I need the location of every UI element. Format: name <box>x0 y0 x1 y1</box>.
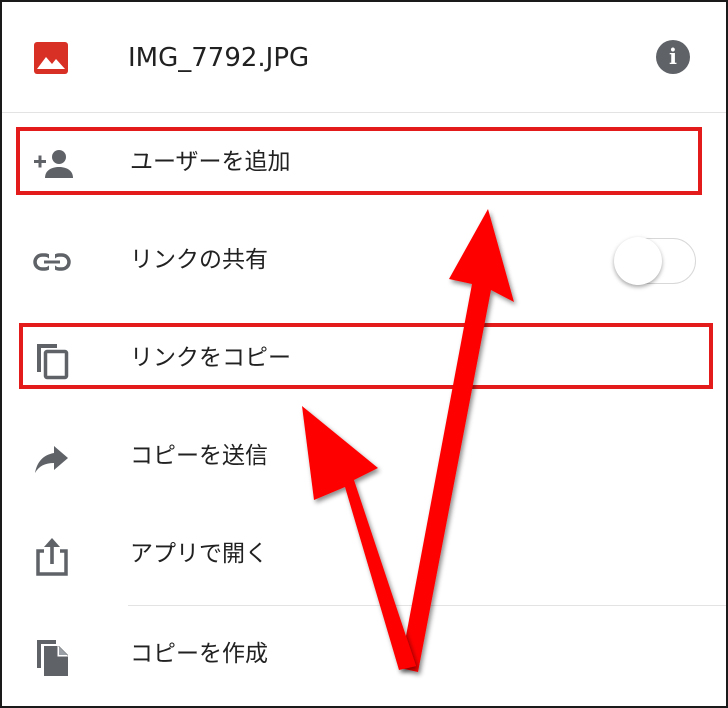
link-icon <box>32 242 72 282</box>
info-icon[interactable]: i <box>656 40 690 74</box>
menu-item-label: アプリで開く <box>130 541 268 567</box>
link-sharing-toggle[interactable] <box>614 236 698 286</box>
forward-icon <box>32 438 72 478</box>
make-copy-icon <box>32 636 72 676</box>
menu-item-send-copy[interactable]: コピーを送信 <box>2 408 726 506</box>
share-dialog: IMG_7792.JPG i ユーザーを追加 リンクの共有 リンクをコピー コピ… <box>0 0 728 708</box>
menu-item-open-in-app[interactable]: アプリで開く <box>2 506 726 604</box>
menu-item-label: コピーを作成 <box>130 641 268 667</box>
open-in-app-icon <box>32 536 72 576</box>
menu-item-copy-link[interactable]: リンクをコピー <box>2 310 726 408</box>
person-add-icon <box>32 144 73 184</box>
menu-item-label: コピーを送信 <box>130 443 268 469</box>
file-name: IMG_7792.JPG <box>128 43 310 73</box>
toggle-knob <box>614 237 662 285</box>
menu-item-make-copy[interactable]: コピーを作成 <box>2 606 726 704</box>
image-icon <box>34 42 68 74</box>
copy-icon <box>32 340 72 380</box>
dialog-header: IMG_7792.JPG i <box>2 2 726 113</box>
menu-item-add-user[interactable]: ユーザーを追加 <box>2 114 726 212</box>
menu-item-label: ユーザーを追加 <box>130 149 291 175</box>
menu-item-label: リンクをコピー <box>130 345 291 371</box>
menu-item-label: リンクの共有 <box>130 247 268 273</box>
